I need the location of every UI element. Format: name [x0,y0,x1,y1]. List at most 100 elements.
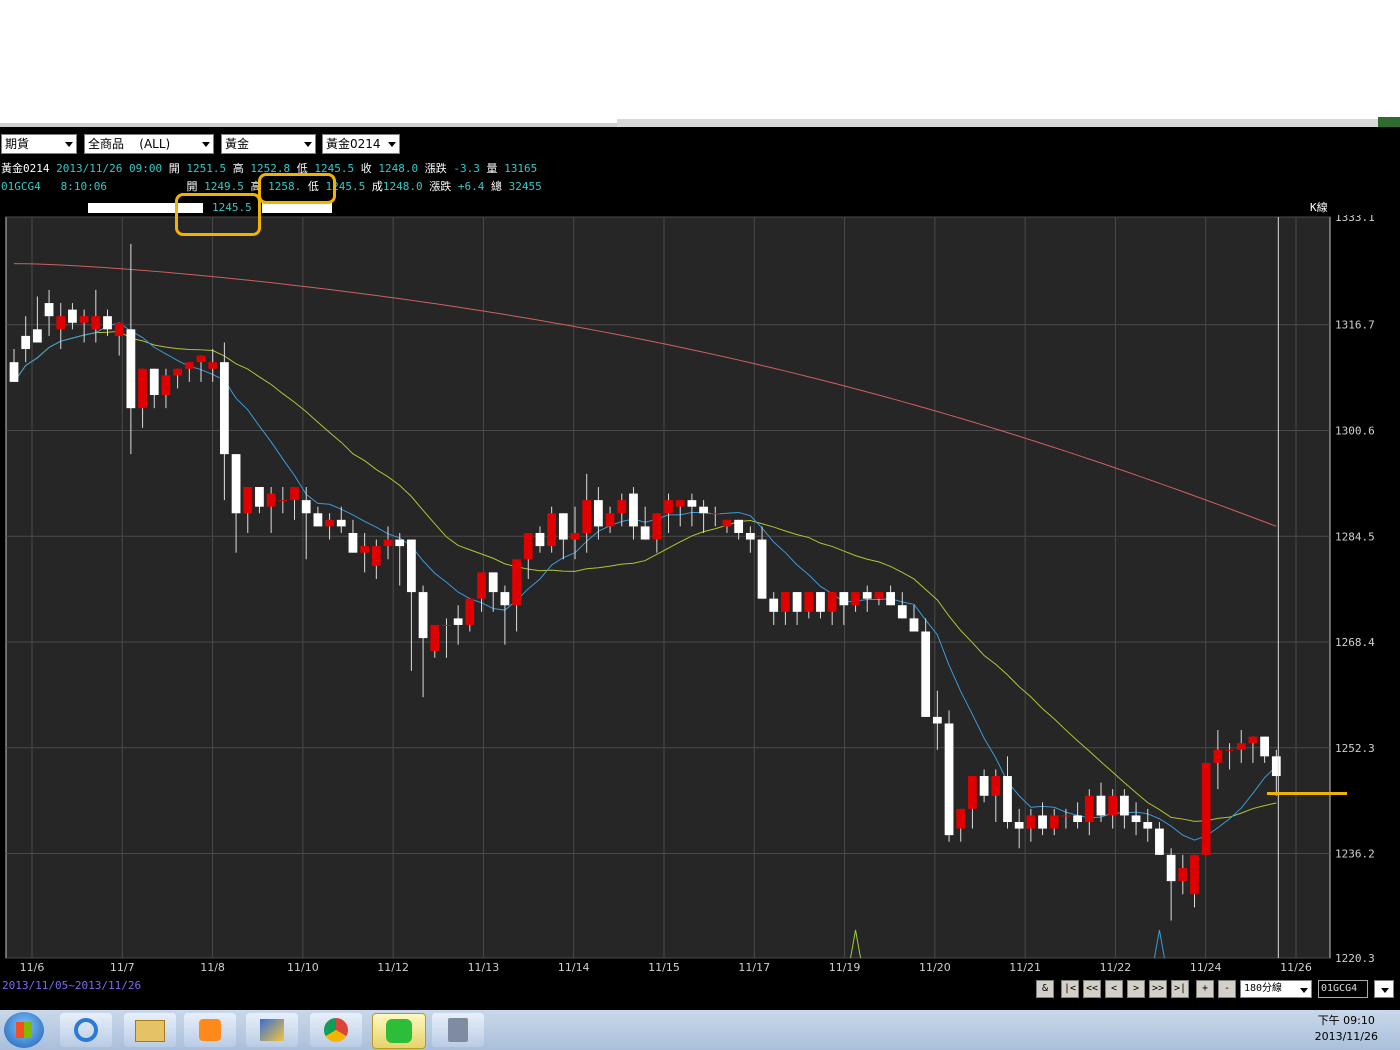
start-button[interactable] [4,1012,44,1048]
candle-body [278,500,288,502]
candle-body [1248,736,1258,744]
chevron-down-icon [65,142,73,147]
candle-body [1003,776,1012,823]
x-tick-label: 11/12 [377,961,409,974]
candle-body [909,618,919,632]
candle-body [161,375,171,396]
y-tick-label: 1268.4 [1335,636,1375,649]
candle-body [1260,736,1270,757]
media-player-icon[interactable] [184,1013,236,1047]
y-tick-label: 1236.2 [1335,848,1375,861]
chevron-down-icon [304,142,312,147]
candle-body [336,519,346,527]
candle-body [512,559,521,606]
x-tick-label: 11/14 [558,961,590,974]
candle-body [79,316,89,323]
candle-body [44,303,54,317]
chart-nav-button[interactable]: >> [1149,980,1167,998]
symbol-dropdown[interactable] [1374,980,1394,998]
candle-body [114,322,124,336]
candle-body [371,546,381,566]
candle-body [944,723,954,836]
price-marker-line [1267,792,1347,795]
candle-body [921,631,931,717]
candle-body [149,368,159,396]
candle-body [290,486,299,501]
candle-body [395,539,405,547]
chart-nav-button[interactable]: |< [1061,980,1079,998]
y-tick-label: 1220.3 [1335,952,1375,965]
x-tick-label: 11/8 [200,961,225,974]
y-tick-label: 1300.6 [1335,424,1375,437]
x-tick-label: 11/24 [1190,961,1222,974]
candle-body [21,335,31,350]
trading-app-icon[interactable] [246,1013,298,1047]
top-blank-area [0,0,1400,127]
candle-body [32,329,42,343]
candle-body [1073,815,1082,823]
candle-body [827,592,837,612]
candle-body [523,532,533,560]
contract-select[interactable]: 黃金0214 [322,134,400,154]
chart-nav-button[interactable]: + [1196,980,1214,998]
chart-nav-button[interactable]: << [1083,980,1101,998]
product-category-select[interactable]: 全商品 (ALL) [84,134,214,154]
chart-nav-button[interactable]: >| [1171,980,1189,998]
chart-nav-button[interactable]: & [1036,980,1054,998]
candle-body [360,546,370,553]
date-range-label: 2013/11/05~2013/11/26 [2,979,142,992]
chrome-icon[interactable] [310,1013,362,1047]
candle-body [769,598,779,612]
commodity-value: 黃金 [225,137,250,151]
candle-body [220,362,229,455]
product-category-value: 全商品 (ALL) [88,137,171,151]
candle-body [1108,795,1118,816]
candle-body [266,493,276,507]
line-icon[interactable] [372,1013,426,1049]
period-select[interactable]: 180分線 [1240,980,1312,998]
candle-body [138,368,147,409]
chart-nav-button[interactable]: < [1105,980,1123,998]
calculator-icon[interactable] [432,1013,484,1047]
x-tick-label: 11/15 [648,961,680,974]
x-tick-label: 11/10 [287,961,319,974]
candle-body [1225,749,1234,751]
candle-body [605,513,615,527]
candle-body [9,362,19,382]
x-tick-label: 11/26 [1280,961,1312,974]
file-explorer-icon[interactable] [124,1013,176,1047]
chevron-down-icon [202,142,210,147]
market-type-value: 期貨 [5,137,30,151]
candle-body [68,309,77,323]
candle-body [477,572,486,599]
candle-body [418,592,428,639]
candle-body [1271,756,1281,777]
x-tick-label: 11/19 [829,961,861,974]
x-tick-label: 11/21 [1009,961,1041,974]
candle-body [979,776,989,796]
chevron-down-icon [1300,988,1308,993]
candle-body [255,486,264,507]
x-tick-label: 11/13 [468,961,500,974]
candle-body [570,532,580,540]
commodity-select[interactable]: 黃金 [221,134,316,154]
candle-body [1213,749,1223,763]
candle-body [1014,822,1024,829]
candle-body [325,519,334,527]
candle-body [313,513,323,527]
x-tick-label: 11/6 [20,961,45,974]
ie-icon[interactable] [60,1013,112,1047]
candle-body [196,355,206,363]
y-tick-label: 1284.5 [1335,530,1375,543]
symbol-input[interactable]: 01GCG4 [1318,980,1368,998]
candlestick-chart[interactable]: 1333.1 1316.7 1300.6 1284.5 1268.4 1252.3 1236… [0,215,1400,975]
chart-nav-button[interactable]: - [1218,980,1236,998]
chart-nav-button[interactable]: > [1127,980,1145,998]
candle-body [710,513,720,515]
market-type-select[interactable]: 期貨 [1,134,77,154]
candle-body [652,513,662,540]
plot-area [5,216,1331,959]
y-tick-label: 1252.3 [1335,742,1375,755]
clock[interactable]: 下午 09:10 2013/11/26 [1315,1013,1378,1045]
candle-body [675,500,685,507]
